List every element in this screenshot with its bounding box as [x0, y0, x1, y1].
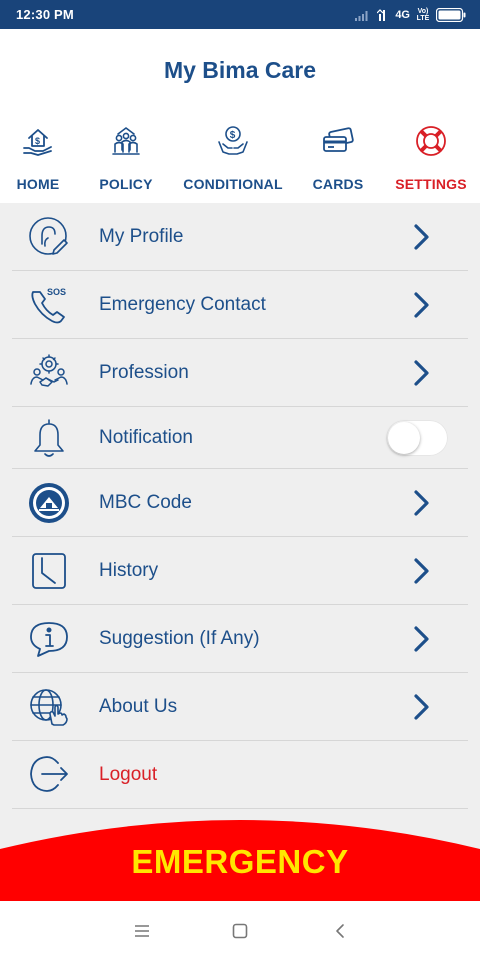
app-title: My Bima Care: [163, 56, 317, 83]
chevron-right-icon: [414, 223, 429, 250]
network-type: 4G: [395, 8, 410, 21]
menu-label-history: History: [99, 559, 159, 581]
home-square-icon[interactable]: [228, 919, 252, 943]
signal-icon-secondary: [377, 8, 389, 21]
signal-icon: [355, 9, 371, 21]
chevron-right-icon: [414, 291, 429, 318]
system-nav-bar: [0, 901, 480, 960]
family-policy-icon: [109, 123, 143, 159]
menu-lines-icon[interactable]: [130, 919, 154, 943]
profile-icon: [28, 216, 70, 258]
menu-label-suggestion: Suggestion (If Any): [99, 627, 260, 649]
volte-icon: Vo) LTE: [416, 7, 430, 22]
nav-policy[interactable]: POLICY: [90, 111, 162, 203]
menu-label-logout: Logout: [99, 763, 158, 785]
nav-label-cards: CARDS: [312, 176, 364, 192]
menu-item-my-profile[interactable]: My Profile: [12, 203, 468, 271]
top-nav: $ HOME POLICY $ CONDITIONAL CARDS SETTIN…: [0, 111, 480, 203]
chevron-right-icon: [414, 359, 429, 386]
globe-hand-icon: [28, 686, 70, 728]
nav-cards[interactable]: CARDS: [304, 111, 372, 203]
clock-icon: [28, 550, 70, 592]
hand-coin-icon: $: [216, 123, 250, 159]
toggle-knob: [388, 421, 420, 454]
menu-label-profession: Profession: [99, 361, 189, 383]
status-indicators: 4G Vo) LTE: [355, 7, 466, 22]
nav-label-conditional: CONDITIONAL: [183, 176, 283, 192]
profession-icon: [28, 352, 70, 394]
app-header: My Bima Care: [0, 29, 480, 111]
menu-item-history[interactable]: History: [12, 537, 468, 605]
nav-settings[interactable]: SETTINGS: [392, 111, 470, 203]
nav-label-settings: SETTINGS: [395, 176, 467, 192]
svg-text:$: $: [35, 136, 40, 146]
svg-text:$: $: [230, 130, 236, 141]
notification-toggle[interactable]: [386, 419, 448, 456]
menu-item-logout[interactable]: Logout: [12, 741, 468, 809]
battery-icon: [436, 7, 466, 22]
lifebuoy-icon: [414, 123, 448, 159]
nav-conditional[interactable]: $ CONDITIONAL: [180, 111, 286, 203]
menu-item-notification: Notification: [12, 407, 468, 469]
bell-icon: [28, 417, 70, 459]
menu-label-emergency-contact: Emergency Contact: [99, 293, 266, 315]
cards-icon: [321, 123, 355, 159]
info-bubble-icon: [28, 618, 70, 660]
menu-label-notification: Notification: [99, 426, 193, 448]
menu-label-about-us: About Us: [99, 695, 178, 717]
nav-home[interactable]: $ HOME: [0, 111, 76, 203]
chevron-right-icon: [414, 489, 429, 516]
chevron-right-icon: [414, 625, 429, 652]
mbc-seal-icon: [28, 482, 70, 524]
svg-text:SOS: SOS: [47, 287, 66, 297]
nav-label-policy: POLICY: [99, 176, 153, 192]
menu-label-my-profile: My Profile: [99, 225, 184, 247]
chevron-right-icon: [414, 693, 429, 720]
settings-menu: My Profile SOS Emergency Contact Profess…: [0, 203, 480, 901]
back-arrow-icon[interactable]: [328, 919, 352, 943]
phone-sos-icon: SOS: [28, 284, 70, 326]
logout-icon: [28, 754, 70, 796]
nav-label-home: HOME: [16, 176, 60, 192]
menu-item-about-us[interactable]: About Us: [12, 673, 468, 741]
emergency-button[interactable]: EMERGENCY: [0, 815, 480, 901]
status-time: 12:30 PM: [16, 7, 74, 22]
home-dollar-icon: $: [21, 123, 55, 159]
status-bar: 12:30 PM 4G Vo) LTE: [0, 0, 480, 29]
chevron-right-icon: [414, 557, 429, 584]
menu-item-emergency-contact[interactable]: SOS Emergency Contact: [12, 271, 468, 339]
menu-item-mbc-code[interactable]: MBC Code: [12, 469, 468, 537]
menu-item-suggestion[interactable]: Suggestion (If Any): [12, 605, 468, 673]
menu-item-profession[interactable]: Profession: [12, 339, 468, 407]
emergency-label: EMERGENCY: [131, 843, 349, 880]
menu-label-mbc-code: MBC Code: [99, 491, 192, 513]
